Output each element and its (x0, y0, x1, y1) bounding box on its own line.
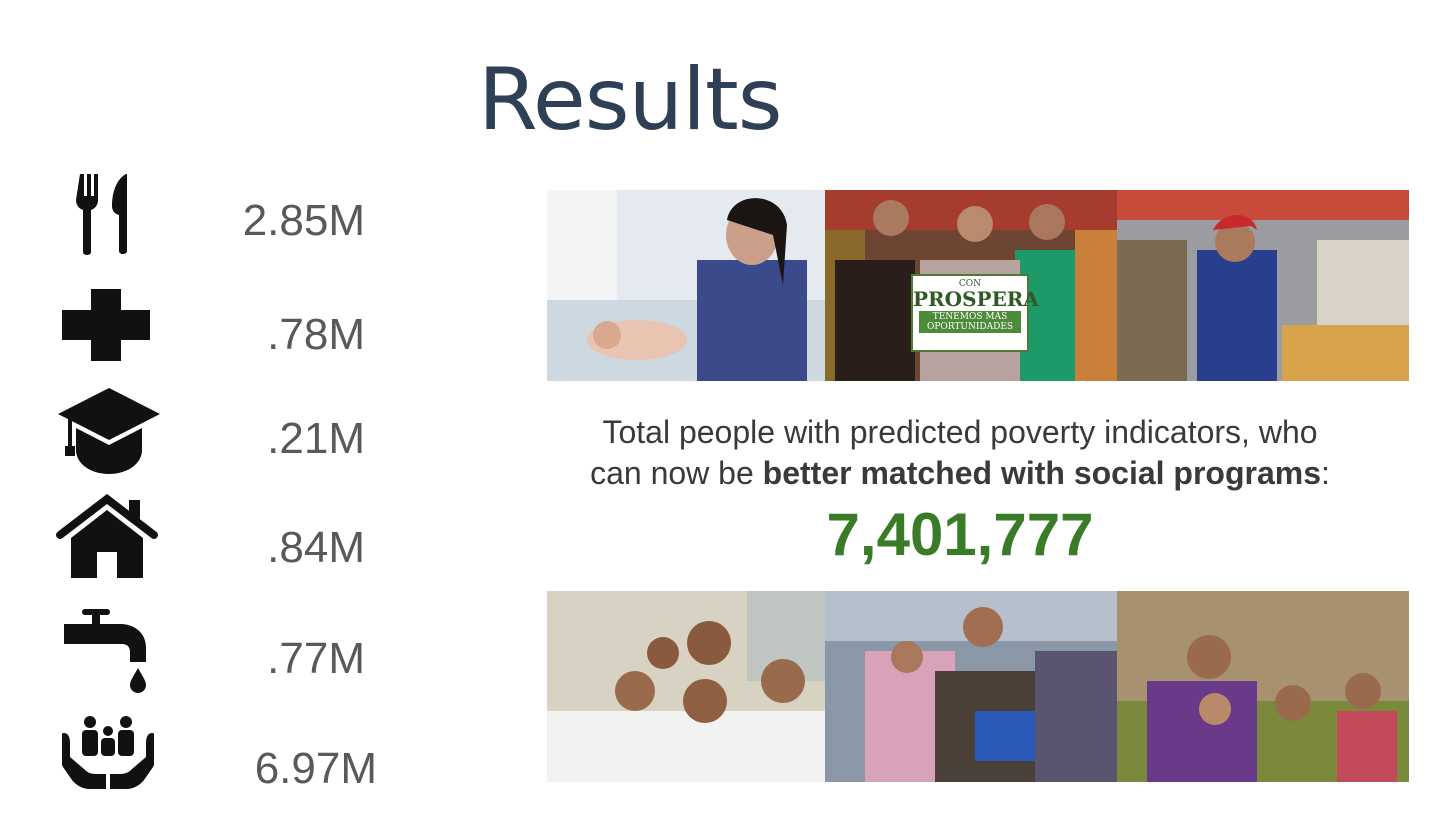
stat-water: .77M (267, 634, 365, 683)
family-in-hands-icon (62, 716, 154, 789)
photo-schoolchildren (547, 591, 825, 782)
stat-health: .78M (267, 310, 365, 359)
fork-knife-icon (76, 174, 127, 255)
page-title: Results (478, 50, 783, 150)
medical-cross-icon (62, 289, 150, 361)
stat-education: .21M (267, 414, 365, 463)
photo-nurse-newborn (547, 190, 825, 381)
caption-emphasis: better matched with social programs (762, 455, 1322, 491)
water-tap-icon (64, 609, 146, 693)
photo-girl-store (1117, 190, 1409, 381)
stat-social-support: 6.97M (254, 744, 377, 793)
caption-text: Total people with predicted poverty indi… (590, 414, 1330, 491)
stat-food: 2.85M (242, 196, 365, 245)
bottom-photo-strip (547, 591, 1409, 782)
graduation-cap-icon (58, 388, 160, 474)
photo-prospera-women: CON PROSPERA TENEMOS MÁS OPORTUNIDADES (825, 190, 1117, 381)
photo-mother-children (1117, 591, 1409, 782)
stat-housing: .84M (267, 523, 365, 572)
top-photo-strip: CON PROSPERA TENEMOS MÁS OPORTUNIDADES (547, 190, 1409, 381)
total-people-count: 7,401,777 (826, 501, 1094, 568)
house-icon (56, 494, 158, 578)
prospera-sign: CON PROSPERA TENEMOS MÁS OPORTUNIDADES (911, 274, 1039, 352)
photo-community-line (825, 591, 1117, 782)
